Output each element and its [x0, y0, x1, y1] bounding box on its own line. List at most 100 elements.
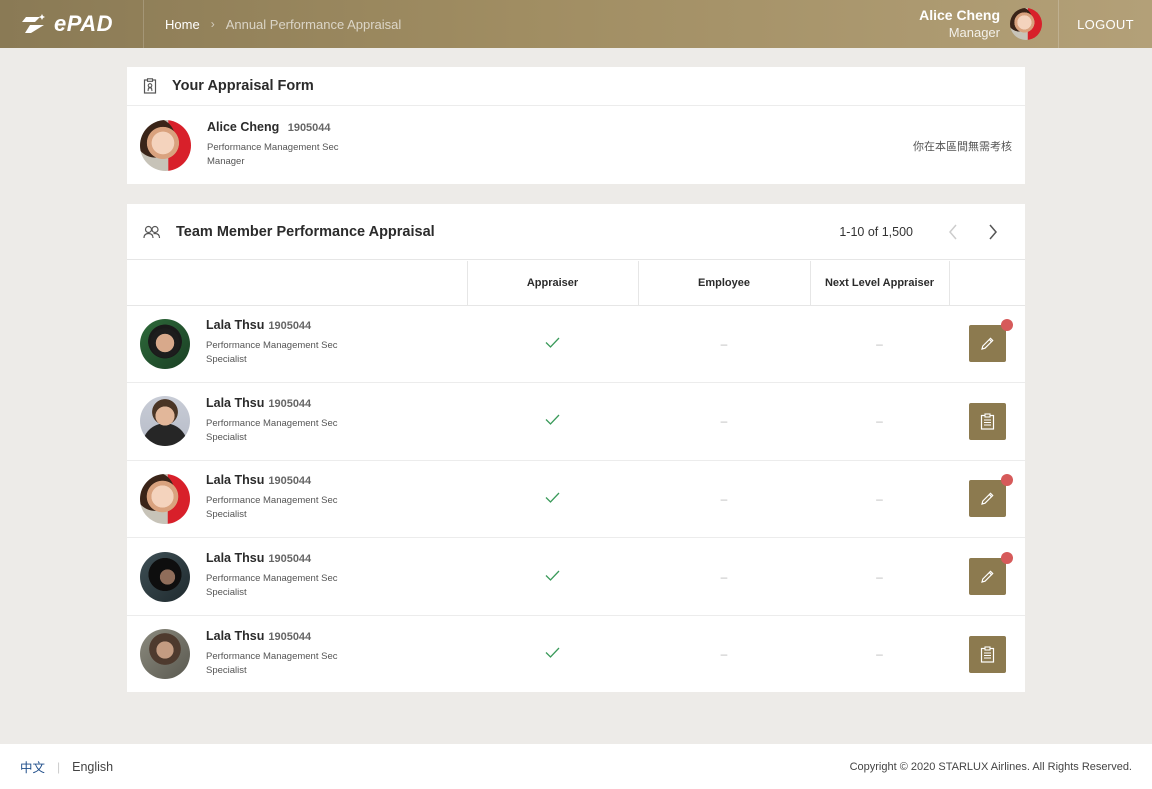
users-icon: [143, 225, 161, 238]
team-appraisal-card: Team Member Performance Appraisal 1-10 o…: [127, 204, 1025, 692]
person-role: Specialist: [206, 509, 247, 521]
table-row: Lala Thsu 1905044 Performance Management S…: [127, 382, 1025, 461]
team-appraisal-header: Team Member Performance Appraisal 1-10 o…: [127, 204, 1025, 260]
next-level-status-cell: –: [810, 305, 949, 384]
action-cell: [949, 537, 1025, 616]
person-role: Specialist: [206, 587, 247, 599]
header-user-text: Alice Cheng Manager: [919, 7, 1000, 41]
person-cell: Lala Thsu 1905044 Performance Management S…: [127, 460, 467, 539]
lang-en-link[interactable]: English: [72, 760, 113, 774]
lang-divider: |: [57, 759, 61, 774]
view-appraisal-button[interactable]: [968, 635, 1006, 673]
header-user-name: Alice Cheng: [919, 7, 1000, 23]
person-id: 1905044: [268, 553, 312, 566]
appraiser-status-cell: [467, 305, 638, 384]
team-member: Lala Thsu 1905044 Performance Management S…: [140, 318, 467, 369]
breadcrumb-home-link[interactable]: Home: [165, 17, 200, 32]
app-logo[interactable]: ePAD: [0, 0, 144, 48]
chevron-left-icon: [949, 224, 957, 240]
header-avatar[interactable]: [1010, 8, 1042, 40]
lang-zh-link[interactable]: 中文: [20, 757, 45, 776]
column-header-action: [948, 261, 1025, 306]
next-level-status: –: [876, 491, 883, 506]
notification-dot: [1000, 319, 1013, 332]
team-member: Lala Thsu 1905044 Performance Management S…: [140, 396, 467, 447]
clipboard-badge-icon: [143, 78, 157, 94]
next-level-status-cell: –: [810, 382, 949, 461]
next-level-status: –: [876, 647, 883, 662]
own-appraisal-title: Your Appraisal Form: [172, 78, 314, 94]
avatar: [140, 396, 190, 447]
check-icon: [545, 414, 560, 426]
pencil-icon: [980, 337, 994, 351]
header-user[interactable]: Alice Cheng Manager: [919, 0, 1042, 48]
team-member-info: Lala Thsu 1905044 Performance Management S…: [206, 471, 337, 522]
person-id: 1905044: [268, 475, 312, 488]
person-name: Lala Thsu: [206, 551, 265, 566]
employee-status: –: [720, 414, 728, 429]
chevron-right-icon: [989, 224, 997, 240]
person-name: Lala Thsu: [206, 318, 265, 333]
breadcrumb: Home › Annual Performance Appraisal: [144, 17, 401, 32]
team-member: Lala Thsu 1905044 Performance Management S…: [140, 471, 467, 524]
action-cell: [949, 615, 1025, 693]
edit-appraisal-button[interactable]: [968, 474, 1013, 518]
avatar: [140, 551, 190, 602]
employee-status: –: [720, 336, 728, 351]
employee-status: –: [720, 569, 728, 584]
avatar: [140, 318, 190, 369]
employee-status-cell: –: [638, 460, 810, 539]
appraiser-status-cell: [467, 382, 638, 461]
clipboard-list-icon: [980, 646, 994, 663]
next-page-button[interactable]: [981, 220, 1005, 244]
person-name: Lala Thsu: [206, 628, 265, 643]
person-id: 1905044: [268, 320, 312, 333]
table-row: Lala Thsu 1905044 Performance Management S…: [127, 305, 1025, 384]
logo-text: ePAD: [54, 11, 114, 36]
next-level-status-cell: –: [810, 460, 949, 539]
action-cell: [949, 382, 1025, 461]
team-appraisal-title: Team Member Performance Appraisal: [176, 223, 435, 240]
person-name: Lala Thsu: [206, 473, 265, 488]
next-level-status-cell: –: [810, 615, 949, 693]
column-header-appraiser: Appraiser: [466, 261, 638, 306]
table-row: Lala Thsu 1905044 Performance Management S…: [127, 615, 1025, 693]
next-level-status: –: [876, 336, 883, 351]
edit-appraisal-button[interactable]: [968, 552, 1013, 596]
person-dept: Performance Management Sec: [206, 340, 338, 352]
person-role: Specialist: [206, 354, 247, 366]
person-id: 1905044: [268, 397, 312, 410]
person-cell: Lala Thsu 1905044 Performance Management S…: [127, 615, 467, 693]
chevron-right-icon: ›: [210, 17, 215, 31]
table-header-row: Appraiser Employee Next Level Appraiser: [127, 261, 1025, 306]
column-header-person: [127, 261, 467, 306]
check-icon: [545, 570, 560, 581]
person-name: Alice Cheng: [207, 120, 280, 134]
action-cell: [949, 305, 1025, 384]
view-appraisal-button[interactable]: [968, 402, 1006, 440]
clipboard-list-icon: [980, 413, 994, 430]
check-icon: [545, 337, 560, 348]
employee-status: –: [720, 647, 728, 662]
own-appraisal-card: Your Appraisal Form Alice Cheng 1905044 …: [127, 67, 1025, 184]
footer: 中文 | English Copyright © 2020 STARLUX Ai…: [0, 744, 1152, 789]
notification-dot: [1000, 552, 1013, 565]
team-member: Lala Thsu 1905044 Performance Management S…: [140, 628, 467, 680]
person-role: Specialist: [206, 664, 247, 676]
edit-appraisal-button[interactable]: [968, 319, 1013, 363]
copyright-text: Copyright © 2020 STARLUX Airlines. All R…: [849, 760, 1132, 773]
avatar: [140, 629, 190, 680]
person-role: Manager: [207, 156, 245, 167]
own-person: Alice Cheng 1905044 Performance Manageme…: [140, 120, 338, 171]
breadcrumb-current: Annual Performance Appraisal: [225, 16, 402, 32]
person-dept: Performance Management Sec: [206, 573, 338, 585]
employee-status: –: [720, 491, 728, 506]
avatar: [140, 120, 191, 171]
check-icon: [545, 647, 560, 659]
logout-button[interactable]: LOGOUT: [1058, 0, 1152, 48]
next-level-status: –: [876, 414, 883, 429]
prev-page-button[interactable]: [941, 220, 965, 244]
team-member: Lala Thsu 1905044 Performance Management S…: [140, 551, 467, 602]
table-row: Lala Thsu 1905044 Performance Management S…: [127, 537, 1025, 616]
column-header-next-level: Next Level Appraiser: [809, 261, 949, 306]
